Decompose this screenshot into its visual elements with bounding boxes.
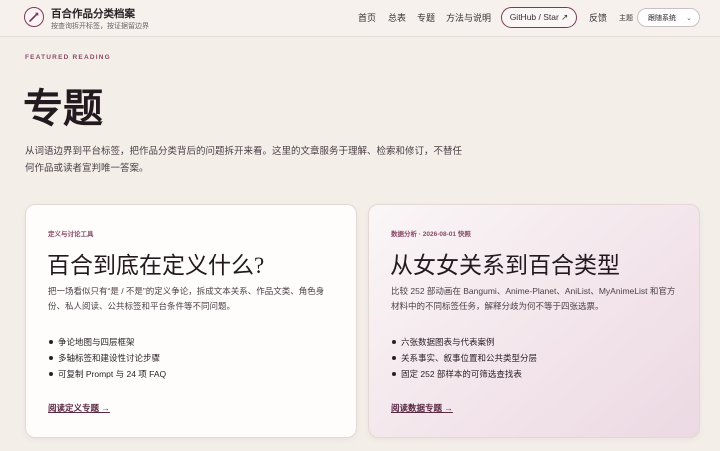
intro-text: 从词语边界到平台标签，把作品分类背后的问题拆开来看。这里的文章服务于理解、检索和… [25,146,463,174]
logo-icon[interactable] [24,7,44,27]
nav-home[interactable]: 首页 [358,11,376,24]
page-title: 专题 [23,86,103,131]
theme-label: 主题 [619,15,633,22]
topic-card-definition[interactable]: 定义与讨论工具 百合到底在定义什么? 把一场看似只有“是 / 不是”的定义争论，… [25,204,357,438]
list-item: 可复制 Prompt 与 24 项 FAQ [48,366,166,382]
nav-feedback[interactable]: 反馈 [589,11,607,24]
card-kicker: 定义与讨论工具 [48,231,94,238]
nav-overview-table[interactable]: 总表 [388,11,406,24]
card-bullet-list: 六张数据图表与代表案例 关系事实、叙事位置和公共类型分层 固定 252 部样本的… [391,334,537,382]
list-item: 多轴标签和建设性讨论步骤 [48,350,166,366]
brand-subtitle: 按查询拆开标签，按证据留边界 [51,23,149,30]
eyebrow-label: FEATURED READING [25,54,111,61]
card-title: 百合到底在定义什么? [47,253,265,278]
theme-select-value: 跟随系统 [648,14,676,22]
chevron-down-icon: ⌄ [686,15,692,22]
read-data-link[interactable]: 阅读数据专题 → [391,402,453,414]
github-star-button[interactable]: GitHub / Star ↗ [501,7,577,28]
card-description: 把一场看似只有“是 / 不是”的定义争论，拆成文本关系、作品文类、角色身份、私人… [48,286,325,311]
list-item: 关系事实、叙事位置和公共类型分层 [391,350,537,366]
nav-topics[interactable]: 专题 [417,11,435,24]
card-title: 从女女关系到百合类型 [390,253,620,278]
card-bullet-list: 争论地图与四层框架 多轴标签和建设性讨论步骤 可复制 Prompt 与 24 项… [48,334,166,382]
top-header: 百合作品分类档案 按查询拆开标签，按证据留边界 首页 总表 专题 方法与说明 G… [0,0,720,37]
card-description: 比较 252 部动画在 Bangumi、Anime-Planet、AniList… [391,286,676,311]
nav-methods[interactable]: 方法与说明 [446,11,491,24]
list-item: 六张数据图表与代表案例 [391,334,537,350]
list-item: 固定 252 部样本的可筛选查找表 [391,366,537,382]
theme-select[interactable]: 跟随系统 ⌄ [637,8,700,27]
card-kicker: 数据分析 · 2026-08-01 快照 [391,231,471,238]
list-item: 争论地图与四层框架 [48,334,166,350]
brand-title[interactable]: 百合作品分类档案 [51,6,135,21]
read-definition-link[interactable]: 阅读定义专题 → [48,402,110,414]
topic-card-data[interactable]: 数据分析 · 2026-08-01 快照 从女女关系到百合类型 比较 252 部… [368,204,700,438]
